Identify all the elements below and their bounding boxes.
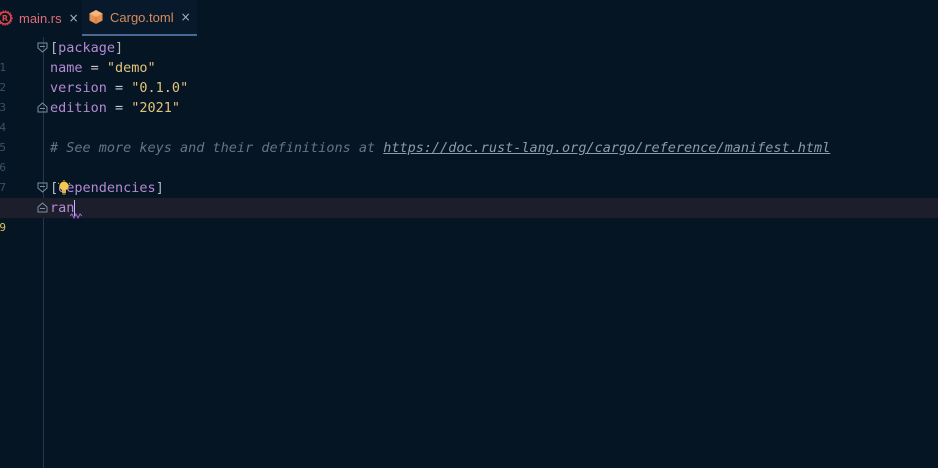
code-line[interactable]: 1 [package]	[0, 38, 938, 74]
toml-key: version	[50, 80, 107, 96]
manifest-reference-link[interactable]: https://doc.rust-lang.org/cargo/referenc…	[383, 140, 830, 156]
fold-toggle-icon[interactable]	[37, 182, 48, 193]
fold-end-icon[interactable]	[37, 102, 48, 113]
tab-cargo-toml[interactable]: Cargo.toml ×	[82, 0, 197, 36]
editor-tab-bar: R main.rs × Cargo.toml ×	[0, 0, 938, 36]
toml-key: edition	[50, 100, 107, 116]
table-header: package	[58, 40, 116, 56]
toml-string: "0.1.0"	[131, 80, 189, 96]
code-line[interactable]: 8 [dependencies]	[0, 178, 938, 214]
toml-string: "2021"	[131, 100, 181, 116]
code-text: name = "demo"	[50, 58, 156, 78]
toml-key: name	[50, 60, 83, 76]
bracket: ]	[115, 40, 124, 56]
code-text: # See more keys and their definitions at…	[50, 138, 830, 158]
tab-main-rs[interactable]: R main.rs ×	[0, 0, 82, 36]
assign-operator: =	[106, 80, 132, 96]
table-header: dependencies	[58, 180, 156, 196]
code-text: [package]	[50, 38, 123, 58]
error-squiggle-icon	[70, 213, 82, 219]
tab-label: main.rs	[19, 10, 62, 26]
svg-text:R: R	[2, 14, 8, 23]
comment-text: # See more keys and their definitions at	[50, 140, 384, 156]
code-line[interactable]: 4 edition = "2021"	[0, 98, 938, 134]
assign-operator: =	[106, 100, 132, 116]
tab-label: Cargo.toml	[110, 9, 174, 25]
cargo-package-icon	[89, 10, 103, 24]
code-editor[interactable]: 1 [package] 2 name = "demo" 3 version = …	[0, 37, 938, 468]
lightbulb-icon[interactable]	[57, 180, 71, 196]
code-line[interactable]: 3 version = "0.1.0"	[0, 78, 938, 114]
bracket: [	[50, 40, 59, 56]
code-line-current[interactable]: 9 ran	[0, 198, 938, 234]
fold-toggle-icon[interactable]	[37, 42, 48, 53]
code-text: edition = "2021"	[50, 98, 180, 118]
close-icon[interactable]: ×	[69, 11, 79, 25]
toml-string: "demo"	[106, 60, 156, 76]
rust-icon: R	[0, 10, 13, 26]
code-line[interactable]: 2 name = "demo"	[0, 58, 938, 94]
line-number: 9	[0, 221, 6, 234]
code-text: version = "0.1.0"	[50, 78, 188, 98]
assign-operator: =	[82, 60, 107, 76]
fold-end-icon[interactable]	[37, 202, 48, 213]
bracket: ]	[155, 180, 164, 196]
code-line[interactable]: 5	[0, 118, 938, 154]
close-icon[interactable]: ×	[181, 10, 191, 24]
code-line[interactable]: 6 # See more keys and their definitions …	[0, 138, 938, 174]
code-line[interactable]: 7	[0, 158, 938, 194]
